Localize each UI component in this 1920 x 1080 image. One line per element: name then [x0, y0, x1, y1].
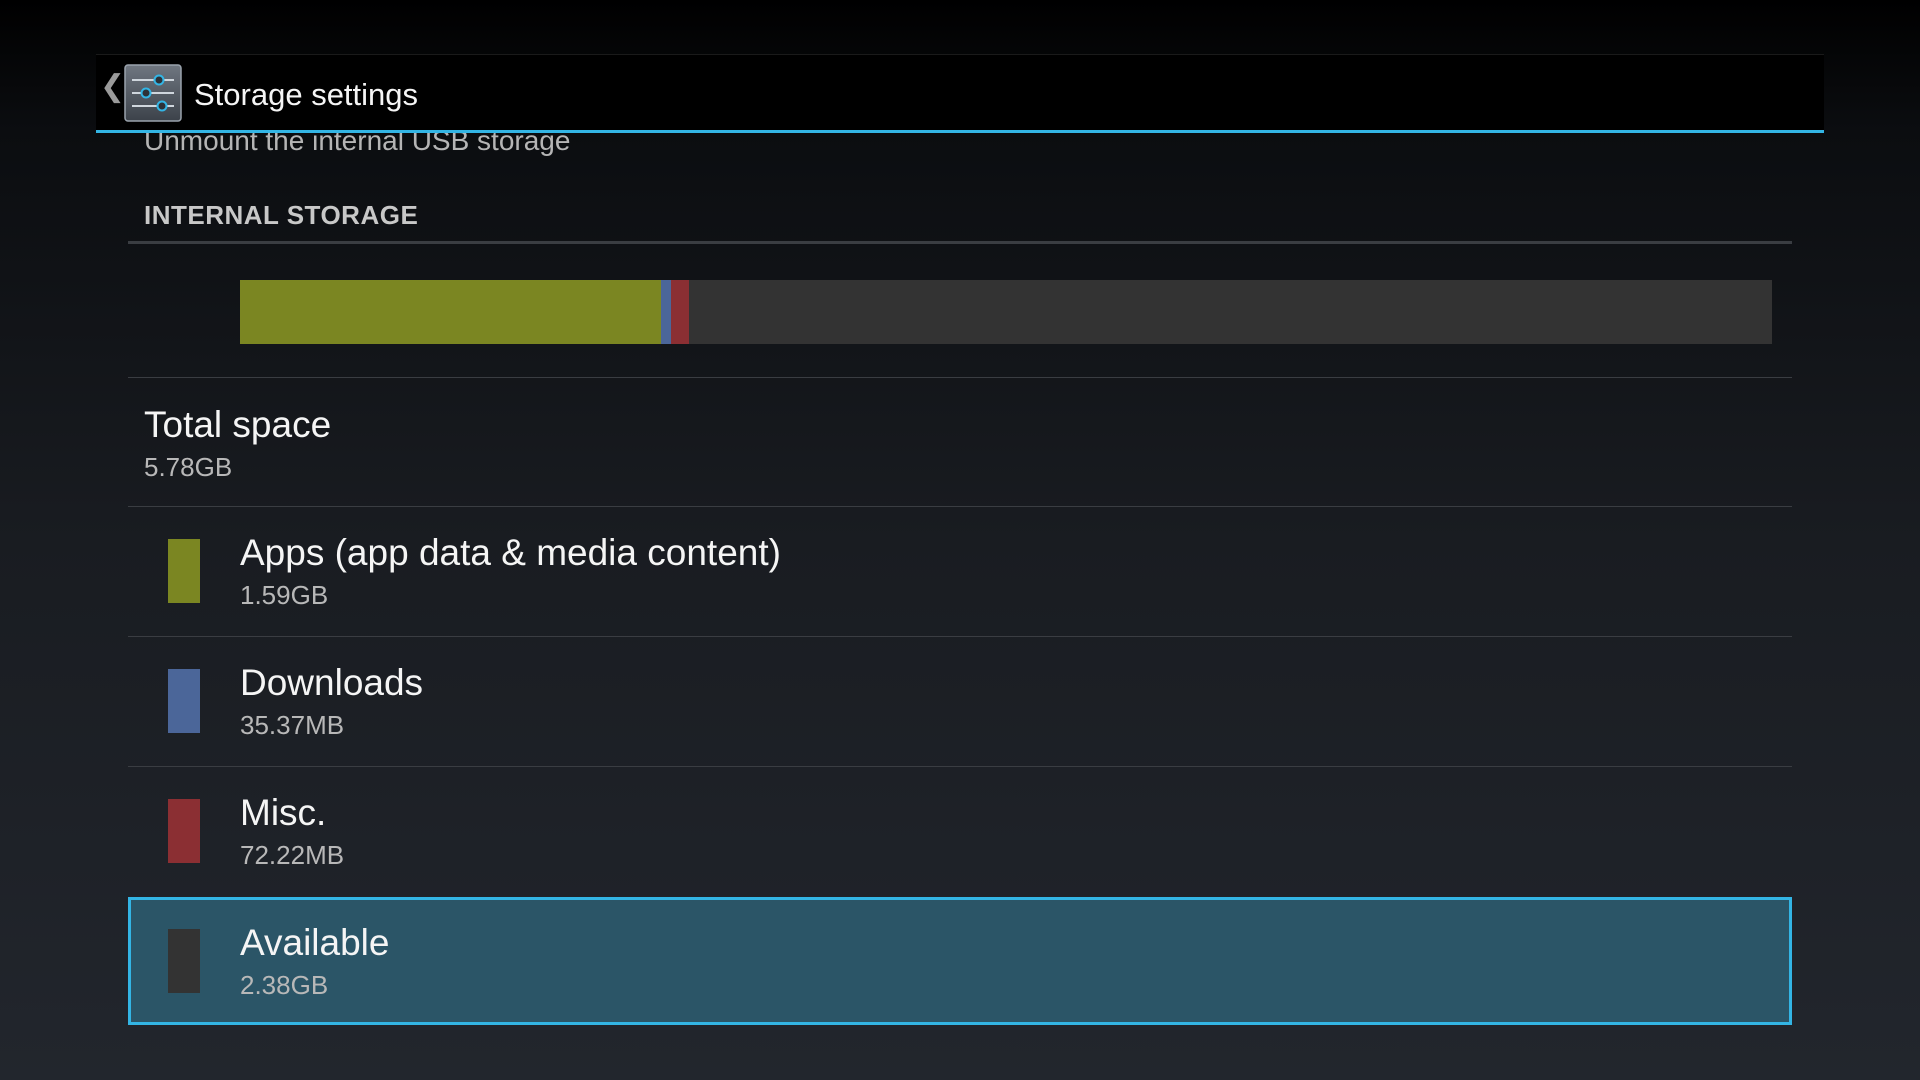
apps-color-swatch [168, 539, 200, 603]
available-value: 2.38GB [240, 970, 329, 1000]
storage-item-misc[interactable]: Misc. 72.22MB [128, 767, 1792, 895]
storage-item-downloads[interactable]: Downloads 35.37MB [128, 637, 1792, 765]
apps-label: Apps (app data & media content) [240, 532, 781, 573]
section-divider [128, 241, 1792, 244]
usage-bar-segment-apps [240, 280, 662, 344]
total-space-value: 5.78GB [144, 452, 233, 482]
action-bar-top-line [96, 54, 1824, 55]
misc-value: 72.22MB [240, 840, 345, 870]
usage-bar-segment-misc [670, 280, 690, 344]
settings-sliders-icon-graphic [124, 64, 182, 122]
storage-item-apps[interactable]: Apps (app data & media content) 1.59GB [128, 507, 1792, 635]
storage-usage-bar [240, 280, 1772, 344]
downloads-label: Downloads [240, 662, 424, 703]
storage-item-available[interactable]: Available 2.38GB [128, 897, 1792, 1025]
apps-value: 1.59GB [240, 580, 329, 610]
misc-color-swatch [168, 799, 200, 863]
downloads-color-swatch [168, 669, 200, 733]
downloads-value: 35.37MB [240, 710, 345, 740]
total-space-item[interactable]: Total space 5.78GB [128, 377, 1792, 505]
available-label: Available [240, 922, 390, 963]
chevron-left-icon[interactable]: ❮ [100, 72, 125, 102]
usage-bar-segment-downloads [661, 280, 671, 344]
section-header-internal-storage: INTERNAL STORAGE [144, 200, 419, 230]
page-title: Storage settings [194, 77, 419, 112]
available-color-swatch [168, 929, 200, 993]
settings-sliders-icon[interactable] [124, 64, 182, 122]
misc-label: Misc. [240, 792, 327, 833]
total-space-label: Total space [144, 404, 332, 445]
